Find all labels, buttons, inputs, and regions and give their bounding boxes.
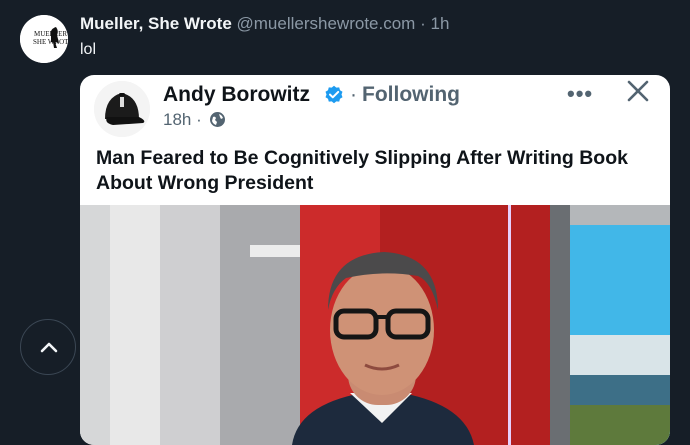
author-handle[interactable]: @muellershewrote.com (237, 14, 416, 33)
globe-icon (210, 112, 225, 127)
embedded-meta: 18h · (163, 110, 202, 130)
post-text: lol (80, 41, 97, 58)
verified-badge-icon (325, 85, 343, 104)
embedded-post-card[interactable]: Andy Borowitz · Following ••• 18h · Man … (80, 75, 670, 445)
chevron-up-icon (40, 342, 58, 353)
embedded-author-name[interactable]: Andy Borowitz (163, 83, 310, 107)
embedded-author-avatar[interactable] (94, 81, 150, 137)
post-header: Mueller, She Wrote @muellershewrote.com … (80, 14, 449, 34)
author-name[interactable]: Mueller, She Wrote (80, 14, 232, 33)
post-time[interactable]: 1h (430, 14, 449, 33)
cap-image (94, 81, 150, 137)
meta-separator: · (196, 110, 202, 129)
following-button[interactable]: Following (362, 83, 460, 107)
news-anchor-photo[interactable] (80, 205, 670, 445)
svg-text:MUELLER: MUELLER (34, 30, 67, 38)
svg-text:SHE WROTE: SHE WROTE (33, 38, 68, 46)
embedded-headline[interactable]: Man Feared to Be Cognitively Slipping Af… (96, 146, 636, 196)
author-avatar[interactable]: MUELLER SHE WROTE (20, 15, 68, 63)
close-icon[interactable] (626, 79, 650, 103)
scroll-to-top-button[interactable] (20, 319, 76, 375)
more-options-icon[interactable]: ••• (567, 81, 593, 107)
header-separator: · (420, 14, 426, 33)
embedded-separator: · (350, 83, 357, 106)
embedded-time[interactable]: 18h (163, 110, 191, 129)
mueller-logo: MUELLER SHE WROTE (20, 15, 68, 63)
